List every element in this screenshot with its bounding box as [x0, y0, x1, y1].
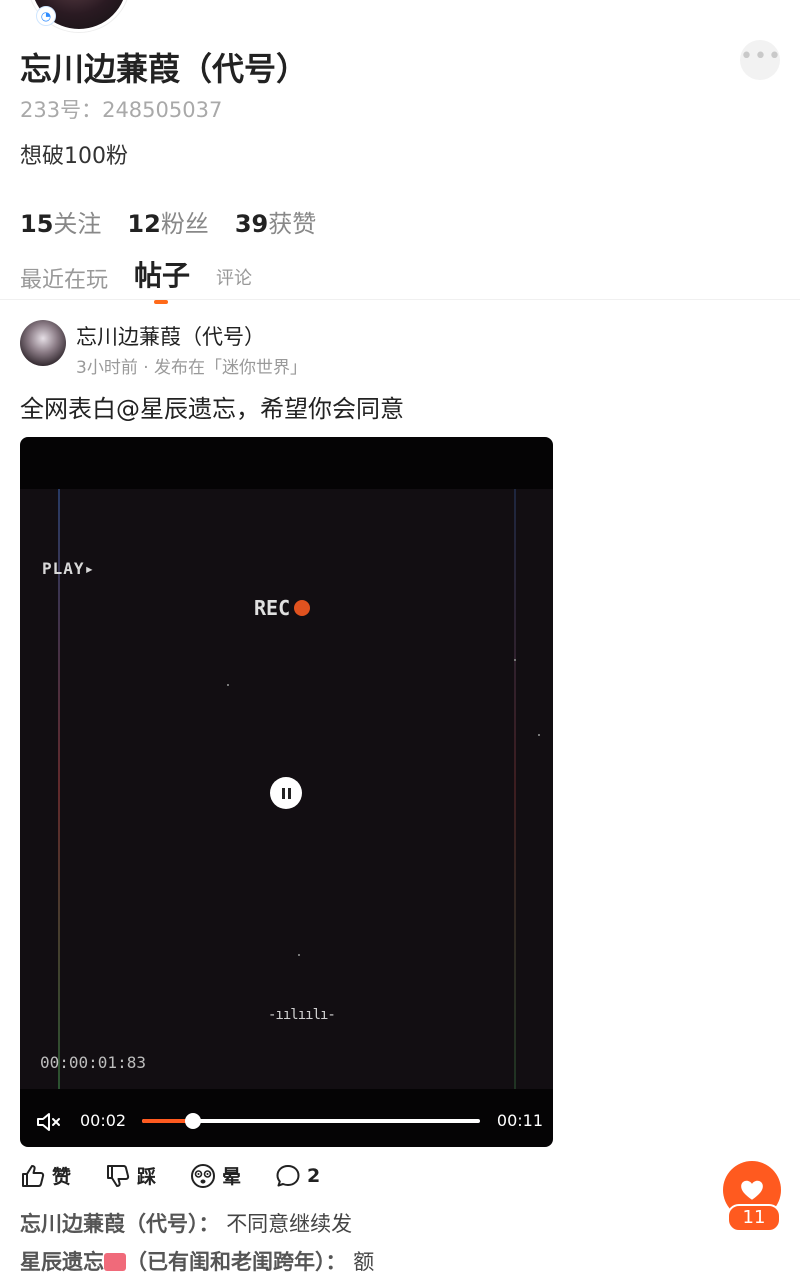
profile-stats: 15关注 12粉丝 39获赞 [20, 204, 316, 239]
tab-posts-label: 帖子 [134, 259, 191, 292]
stat-following[interactable]: 15关注 [20, 204, 101, 239]
profile-id: 233号：248505037 [20, 98, 223, 122]
comment-text: 不同意继续发 [226, 1212, 353, 1236]
progress-track[interactable] [142, 1113, 480, 1129]
thumb-up-icon [22, 1164, 45, 1187]
dislike-label: 踩 [137, 1166, 157, 1188]
comment-author[interactable]: 忘川边蒹葭（代号） [20, 1212, 199, 1236]
video-speck [538, 734, 540, 736]
post-actions: 赞 踩 晕 2 [20, 1162, 320, 1189]
pause-icon [287, 787, 291, 799]
comment-author[interactable]: 星辰遗忘 [20, 1250, 104, 1274]
pause-button[interactable] [270, 777, 302, 809]
like-label: 赞 [52, 1166, 72, 1188]
like-count-badge: 11 [727, 1204, 781, 1232]
love-letter-icon [104, 1253, 126, 1271]
section-divider [0, 299, 800, 300]
like-action-button[interactable]: 赞 [20, 1162, 71, 1189]
dizzy-action-button[interactable]: 晕 [190, 1162, 241, 1189]
more-horizontal-icon: ••• [740, 44, 782, 69]
post-author-name[interactable]: 忘川边蒹葭（代号） [76, 321, 265, 351]
stat-label: 粉丝 [160, 210, 209, 238]
stat-number: 15 [20, 210, 54, 238]
comment-action-button[interactable]: 2 [275, 1163, 320, 1189]
video-overlay-rec-label: REC [254, 596, 291, 620]
profile-tabs: 最近在玩 帖子 评论 [20, 254, 252, 304]
thumb-down-icon [107, 1164, 130, 1187]
video-overlay-timecode: 00:00:01:83 [40, 1053, 146, 1072]
video-overlay-play-label: PLAY▸ [42, 559, 96, 578]
video-speck [298, 954, 300, 956]
video-artifact [58, 489, 60, 1089]
tab-recently-played[interactable]: 最近在玩 [20, 262, 108, 294]
current-time: 00:02 [80, 1111, 127, 1130]
video-speck [227, 684, 229, 686]
verified-badge-icon: ◔ [36, 6, 56, 26]
profile-bio: 想破100粉 [20, 144, 128, 169]
total-time: 00:11 [496, 1111, 543, 1130]
profile-name: 忘川边蒹葭（代号） [20, 50, 309, 88]
dizzy-face-icon [191, 1163, 216, 1188]
stat-number: 12 [127, 210, 161, 238]
stat-likes[interactable]: 39获赞 [235, 204, 316, 239]
video-overlay-rec: REC [254, 596, 311, 620]
video-artifact [514, 489, 516, 1089]
video-controls: 00:02 00:11 [20, 1095, 553, 1147]
dislike-action-button[interactable]: 踩 [105, 1162, 156, 1189]
mute-icon[interactable] [36, 1111, 62, 1133]
video-overlay-wave: -ıılıılı- [268, 1007, 336, 1023]
comment-preview[interactable]: 忘川边蒹葭（代号）： 不同意继续发 [20, 1208, 352, 1238]
tab-posts[interactable]: 帖子 [134, 254, 191, 304]
heart-icon [741, 1180, 763, 1200]
comment-separator: ： [325, 1250, 347, 1274]
post-author-avatar[interactable] [20, 320, 66, 366]
stat-number: 39 [234, 210, 269, 238]
dizzy-label: 晕 [222, 1166, 242, 1188]
comment-author-suffix: （已有闺和老闺跨年） [126, 1250, 326, 1274]
active-tab-indicator [154, 300, 169, 304]
comment-separator: ： [198, 1212, 220, 1236]
post-meta: 3小时前 · 发布在「迷你世界」 [76, 358, 308, 378]
pause-icon [281, 787, 285, 799]
more-options-button[interactable]: ••• [740, 40, 782, 80]
post-text[interactable]: 全网表白@星辰遗忘，希望你会同意 [20, 389, 404, 424]
progress-thumb[interactable] [184, 1113, 201, 1129]
comment-preview[interactable]: 星辰遗忘 （已有闺和老闺跨年）： 额 [20, 1246, 374, 1276]
stat-followers[interactable]: 12粉丝 [127, 204, 208, 239]
stat-label: 获赞 [268, 210, 317, 238]
comment-text: 额 [353, 1250, 375, 1274]
rec-dot-icon [294, 600, 311, 616]
video-player[interactable]: PLAY▸ REC -ıılıılı- 00:00:01:83 00:02 00… [20, 437, 553, 1147]
video-speck [514, 659, 516, 661]
stat-label: 关注 [53, 210, 102, 238]
tab-comments[interactable]: 评论 [216, 264, 252, 294]
comment-count: 2 [307, 1164, 321, 1187]
comment-bubble-icon [276, 1164, 300, 1186]
